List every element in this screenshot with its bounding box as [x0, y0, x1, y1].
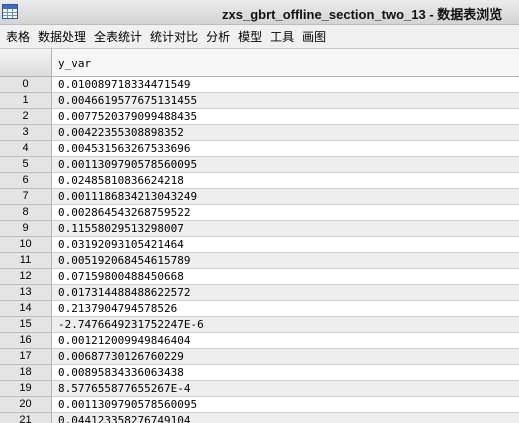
table-row[interactable]: 5 0.0011309790578560095	[0, 157, 519, 173]
grid-corner-cell[interactable]	[0, 49, 52, 77]
window-title: zxs_gbrt_offline_section_two_13 - 数据表浏览	[222, 7, 503, 22]
cell-y-var[interactable]: 0.07159800488450668	[52, 269, 519, 285]
cell-y-var[interactable]: 0.00687730126760229	[52, 349, 519, 365]
row-number[interactable]: 9	[0, 221, 52, 237]
table-row[interactable]: 14 0.2137904794578526	[0, 301, 519, 317]
row-number[interactable]: 12	[0, 269, 52, 285]
row-number[interactable]: 19	[0, 381, 52, 397]
table-row[interactable]: 19 8.577655877655267E-4	[0, 381, 519, 397]
table-row[interactable]: 7 0.0011186834213043249	[0, 189, 519, 205]
menu-analysis[interactable]: 分析	[206, 28, 230, 45]
row-number[interactable]: 18	[0, 365, 52, 381]
menu-stats-compare[interactable]: 统计对比	[150, 28, 198, 45]
cell-y-var[interactable]: 0.017314488488622572	[52, 285, 519, 301]
table-row[interactable]: 9 0.11558029513298007	[0, 221, 519, 237]
table-row[interactable]: 20 0.0011309790578560095	[0, 397, 519, 413]
cell-y-var[interactable]: -2.747664923175224​7E-6	[52, 317, 519, 333]
row-number[interactable]: 1	[0, 93, 52, 109]
data-grid[interactable]: y_var 0 0.010089718334471549 1 0.0046619577…	[0, 49, 519, 423]
row-number[interactable]: 3	[0, 125, 52, 141]
cell-y-var[interactable]: 0.00895834336063438	[52, 365, 519, 381]
row-number[interactable]: 13	[0, 285, 52, 301]
cell-y-var[interactable]: 0.010089718334471549	[52, 77, 519, 93]
cell-y-var[interactable]: 8.577655877655267E-4	[52, 381, 519, 397]
cell-y-var[interactable]: 0.002864543268759522	[52, 205, 519, 221]
cell-y-var[interactable]: 0.0011309790578560095	[52, 397, 519, 413]
row-number[interactable]: 15	[0, 317, 52, 333]
row-number[interactable]: 21	[0, 413, 52, 423]
menu-full-table-stats[interactable]: 全表统计	[94, 28, 142, 45]
table-app-icon	[2, 4, 18, 19]
cell-y-var[interactable]: 0.001212009949846404	[52, 333, 519, 349]
row-number[interactable]: 10	[0, 237, 52, 253]
cell-y-var[interactable]: 0.0046619577675131455	[52, 93, 519, 109]
menu-data-processing[interactable]: 数据处理	[38, 28, 86, 45]
row-number[interactable]: 16	[0, 333, 52, 349]
row-number[interactable]: 0	[0, 77, 52, 93]
row-number[interactable]: 2	[0, 109, 52, 125]
table-row[interactable]: 11 0.005192068454615789	[0, 253, 519, 269]
row-number[interactable]: 7	[0, 189, 52, 205]
row-number[interactable]: 20	[0, 397, 52, 413]
menu-table[interactable]: 表格	[6, 28, 30, 45]
table-row[interactable]: 15 -2.747664923175224​7E-6	[0, 317, 519, 333]
menu-plot[interactable]: 画图	[302, 28, 326, 45]
cell-y-var[interactable]: 0.0077520379099488435	[52, 109, 519, 125]
grid-rows: 0 0.010089718334471549 1 0.0046619577675131…	[0, 77, 519, 423]
cell-y-var[interactable]: 0.004531563267533696	[52, 141, 519, 157]
table-row[interactable]: 0 0.010089718334471549	[0, 77, 519, 93]
cell-y-var[interactable]: 0.03192093105421464	[52, 237, 519, 253]
column-header-y-var[interactable]: y_var	[52, 49, 519, 77]
table-row[interactable]: 10 0.03192093105421464	[0, 237, 519, 253]
menu-bar: 表格 数据处理 全表统计 统计对比 分析 模型 工具 画图	[0, 25, 519, 49]
row-number[interactable]: 6	[0, 173, 52, 189]
title-bar: zxs_gbrt_offline_section_two_13 - 数据表浏览	[0, 0, 519, 25]
table-row[interactable]: 3 0.00422355308898352	[0, 125, 519, 141]
cell-y-var[interactable]: 0.00422355308898352	[52, 125, 519, 141]
row-number[interactable]: 5	[0, 157, 52, 173]
table-row[interactable]: 2 0.0077520379099488435	[0, 109, 519, 125]
row-number[interactable]: 11	[0, 253, 52, 269]
table-row[interactable]: 21 0.04412335827674910​4	[0, 413, 519, 423]
table-row[interactable]: 16 0.001212009949846404	[0, 333, 519, 349]
cell-y-var[interactable]: 0.0011309790578560095	[52, 157, 519, 173]
row-number[interactable]: 4	[0, 141, 52, 157]
table-row[interactable]: 13 0.017314488488622572	[0, 285, 519, 301]
cell-y-var[interactable]: 0.04412335827674910​4	[52, 413, 519, 423]
row-number[interactable]: 8	[0, 205, 52, 221]
table-row[interactable]: 1 0.0046619577675131455	[0, 93, 519, 109]
table-row[interactable]: 12 0.07159800488450668	[0, 269, 519, 285]
menu-tools[interactable]: 工具	[270, 28, 294, 45]
cell-y-var[interactable]: 0.005192068454615789	[52, 253, 519, 269]
row-number[interactable]: 17	[0, 349, 52, 365]
table-row[interactable]: 18 0.00895834336063438	[0, 365, 519, 381]
cell-y-var[interactable]: 0.2137904794578526	[52, 301, 519, 317]
cell-y-var[interactable]: 0.0011186834213043249	[52, 189, 519, 205]
table-row[interactable]: 8 0.002864543268759522	[0, 205, 519, 221]
table-row[interactable]: 17 0.00687730126760229	[0, 349, 519, 365]
row-number[interactable]: 14	[0, 301, 52, 317]
menu-model[interactable]: 模型	[238, 28, 262, 45]
grid-header-row: y_var	[0, 49, 519, 77]
cell-y-var[interactable]: 0.02485810836624218	[52, 173, 519, 189]
cell-y-var[interactable]: 0.11558029513298007	[52, 221, 519, 237]
table-row[interactable]: 4 0.004531563267533696	[0, 141, 519, 157]
table-row[interactable]: 6 0.02485810836624218	[0, 173, 519, 189]
